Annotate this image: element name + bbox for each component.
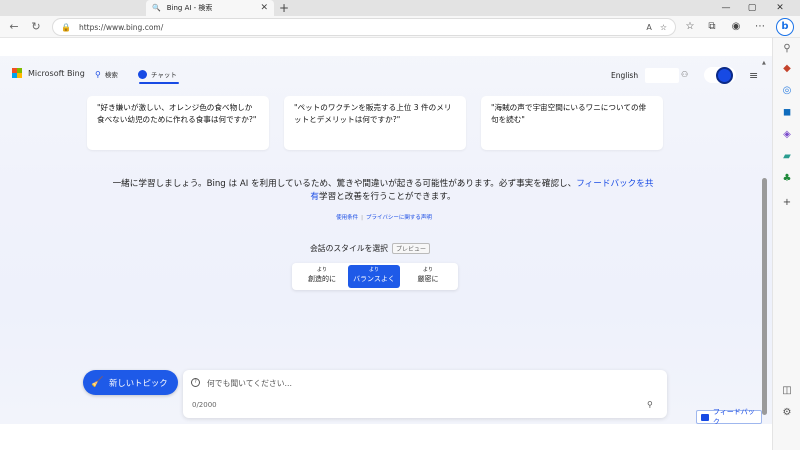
- new-topic-button[interactable]: 🧹 新しいトピック: [83, 370, 178, 395]
- separator: |: [361, 215, 363, 221]
- outlook-icon[interactable]: ◼: [780, 106, 794, 120]
- title-bar: 🔍 Bing AI - 検索 ✕ + — ▢ ✕: [0, 0, 800, 16]
- account-name-box[interactable]: [645, 68, 679, 83]
- suggestion-card[interactable]: "ペットのワクチンを販売する上位 3 件のメリットとデメリットは何ですか?": [284, 96, 466, 150]
- style-selector: より 創造的に より バランスよく より 厳密に: [292, 263, 458, 290]
- style-selector-label: 会話のスタイルを選択 プレビュー: [310, 243, 430, 254]
- terms-link[interactable]: 使用条件: [336, 215, 358, 221]
- feedback-icon: [701, 413, 709, 421]
- tab-close-icon[interactable]: ✕: [260, 3, 268, 13]
- chat-icon: [138, 69, 147, 79]
- style-option-small: より: [317, 267, 327, 273]
- scroll-up-icon[interactable]: ▲: [762, 60, 766, 66]
- sidebar-toggle-icon[interactable]: ◫: [780, 384, 794, 398]
- style-option-small: より: [423, 267, 433, 273]
- style-creative-button[interactable]: より 創造的に: [296, 265, 348, 288]
- style-option-label: バランスよく: [353, 275, 395, 283]
- style-option-small: より: [369, 267, 379, 273]
- url-text: https://www.bing.com/: [78, 22, 164, 32]
- language-switch[interactable]: English: [611, 71, 638, 80]
- copilot-icon[interactable]: ◎: [780, 84, 794, 98]
- disclaimer-text: 一緒に学習しましょう。Bing は AI を利用しているため、驚きや間違いが起き…: [110, 178, 656, 203]
- settings-icon[interactable]: ⚙: [780, 406, 794, 420]
- search-icon: ⚲: [95, 69, 101, 79]
- browser-tab[interactable]: 🔍 Bing AI - 検索 ✕: [146, 0, 274, 16]
- suggestion-text: "海賊の声で宇宙空間にいるワニについての俳句を読む": [491, 103, 647, 124]
- suggestion-card[interactable]: "海賊の声で宇宙空間にいるワニについての俳句を読む": [481, 96, 663, 150]
- close-window-button[interactable]: ✕: [768, 0, 792, 16]
- style-balanced-button[interactable]: より バランスよく: [348, 265, 400, 288]
- legal-links: 使用条件 | プライバシーに関する声明: [300, 213, 468, 221]
- restore-button[interactable]: ▢: [740, 0, 764, 16]
- brand-name: Microsoft Bing: [28, 68, 85, 78]
- page-top-area: [0, 38, 772, 56]
- menu-icon[interactable]: ≡: [749, 70, 758, 81]
- disclaimer-after: 学習と改善を行うことができます。: [318, 191, 456, 202]
- char-counter: 0/2000: [192, 401, 217, 409]
- lock-icon[interactable]: 🔒: [61, 23, 71, 32]
- back-icon[interactable]: ←: [6, 19, 22, 35]
- address-bar-row: ← ↻ 🔒 https://www.bing.com/ A ☆ ☆ ⧉ ◉ ⋯: [0, 16, 800, 38]
- nav-chat[interactable]: チャット: [138, 69, 177, 79]
- style-label-text: 会話のスタイルを選択: [310, 244, 388, 253]
- style-option-label: 創造的に: [308, 275, 336, 283]
- rewards-icon[interactable]: [716, 67, 733, 84]
- shopping-icon[interactable]: ◆: [780, 62, 794, 76]
- search-icon[interactable]: ⚲: [780, 42, 794, 56]
- nav-search-label: 検索: [104, 71, 118, 79]
- office-icon[interactable]: ◈: [780, 128, 794, 142]
- disclaimer-before: 一緒に学習しましょう。Bing は AI を利用しているため、驚きや間違いが起き…: [112, 179, 577, 189]
- preview-badge: プレビュー: [391, 243, 430, 254]
- pin-icon[interactable]: ⚲: [647, 400, 653, 409]
- minimize-button[interactable]: —: [714, 0, 738, 16]
- scrollbar-thumb[interactable]: [762, 178, 767, 415]
- feedback-button[interactable]: フィードバック: [696, 408, 762, 426]
- address-bar[interactable]: 🔒 https://www.bing.com/ A ☆: [52, 18, 676, 36]
- add-favorite-icon[interactable]: ☆: [660, 23, 667, 32]
- games-icon[interactable]: ▰: [780, 150, 794, 164]
- refresh-icon[interactable]: ↻: [28, 19, 44, 35]
- scrollbar[interactable]: ▲: [762, 60, 768, 415]
- suggestion-text: "ペットのワクチンを販売する上位 3 件のメリットとデメリットは何ですか?": [294, 103, 452, 124]
- profile-icon[interactable]: ◉: [728, 19, 744, 35]
- style-option-label: 厳密に: [417, 275, 439, 283]
- new-topic-label: 新しいトピック: [109, 377, 168, 388]
- nav-chat-label: チャット: [151, 71, 177, 79]
- privacy-link[interactable]: プライバシーに関する声明: [366, 215, 432, 221]
- chat-input[interactable]: [207, 376, 647, 390]
- collections-icon[interactable]: ⧉: [704, 19, 720, 35]
- read-aloud-icon[interactable]: A: [646, 23, 651, 32]
- microsoft-logo-icon: [12, 68, 22, 78]
- suggestion-text: "好き嫌いが激しい、オレンジ色の食べ物しか食べない幼児のために作れる食事は何です…: [97, 103, 257, 124]
- favorites-icon[interactable]: ☆: [682, 19, 698, 35]
- tab-title: Bing AI - 検索: [166, 4, 213, 12]
- suggestion-card[interactable]: "好き嫌いが激しい、オレンジ色の食べ物しか食べない幼児のために作れる食事は何です…: [87, 96, 269, 150]
- browser-sidebar: ⚲ ◆ ◎ ◼ ◈ ▰ ♣ + ◫ ⚙: [772, 38, 800, 450]
- bottom-area: [0, 424, 772, 450]
- user-icon[interactable]: ⚇: [681, 70, 688, 79]
- nav-search[interactable]: ⚲ 検索: [95, 69, 118, 80]
- style-precise-button[interactable]: より 厳密に: [402, 265, 454, 288]
- add-icon[interactable]: +: [780, 196, 794, 210]
- bing-sidebar-icon[interactable]: b: [776, 18, 794, 36]
- new-tab-button[interactable]: +: [277, 1, 291, 15]
- chat-input-icon: ?: [191, 378, 200, 387]
- chat-input-box[interactable]: ? 0/2000 ⚲: [183, 370, 667, 418]
- bing-logo[interactable]: Microsoft Bing: [12, 68, 85, 78]
- active-tab-indicator: [139, 82, 179, 84]
- broom-icon: 🧹: [91, 376, 104, 388]
- tree-icon[interactable]: ♣: [780, 172, 794, 186]
- more-icon[interactable]: ⋯: [752, 19, 768, 35]
- bing-tab-icon: 🔍: [152, 4, 161, 12]
